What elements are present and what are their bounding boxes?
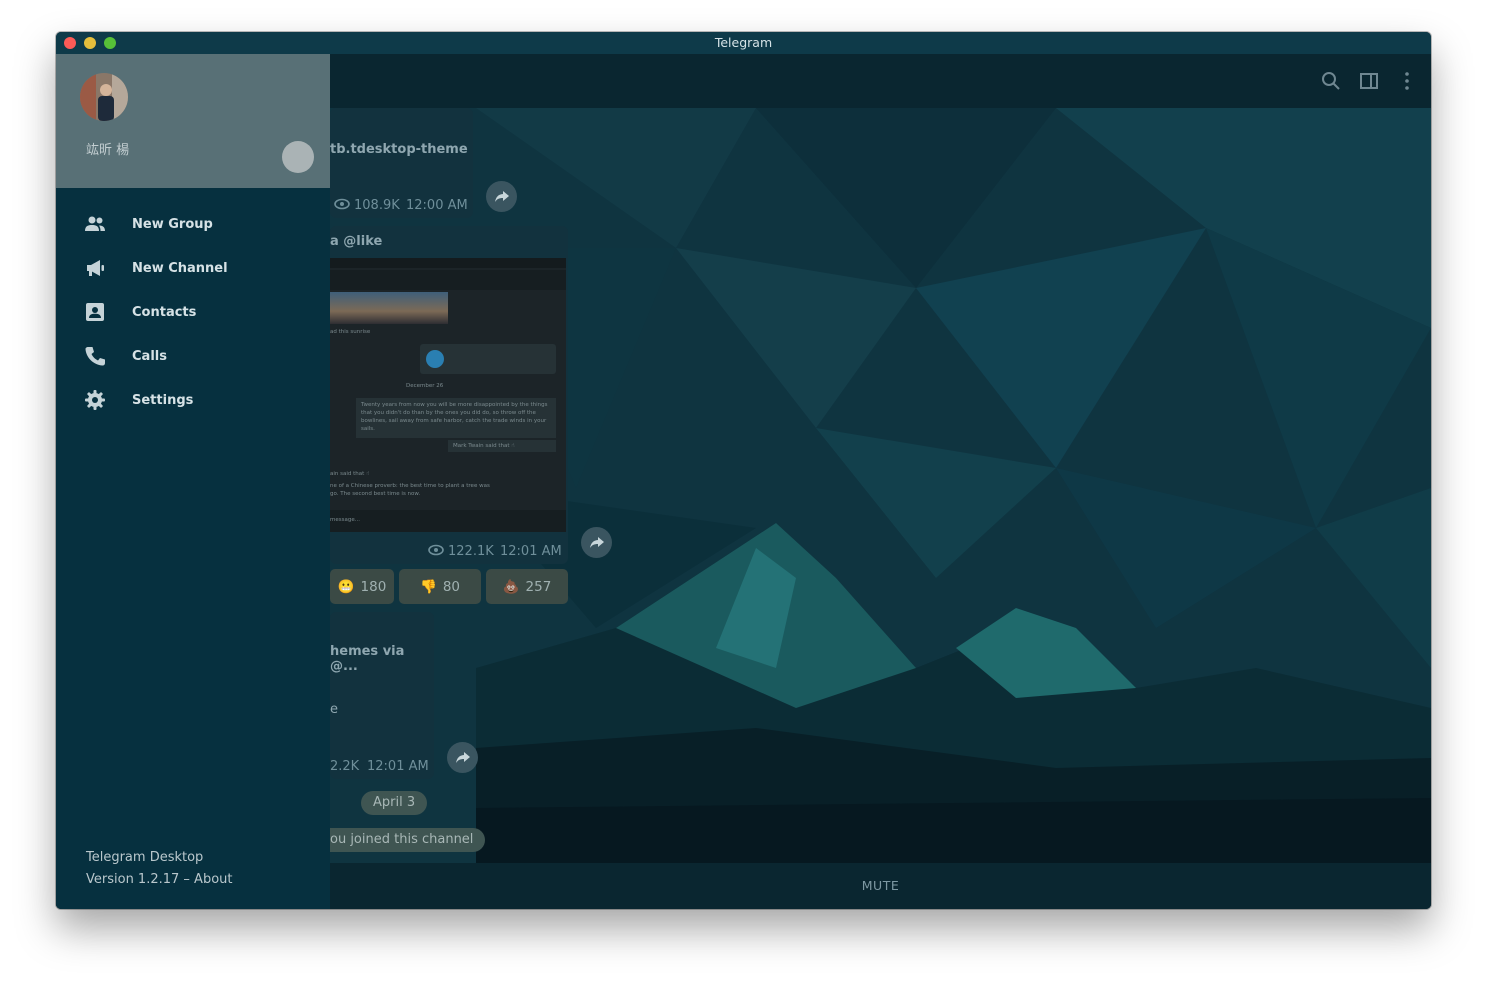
profile-photo bbox=[80, 73, 128, 121]
gear-icon bbox=[85, 390, 105, 410]
window-title: Telegram bbox=[714, 35, 773, 50]
menu-label: Settings bbox=[132, 392, 194, 408]
grimace-emoji-icon: 😬 bbox=[337, 578, 355, 595]
reaction-button[interactable]: 👎 80 bbox=[399, 569, 481, 604]
reaction-count: 180 bbox=[360, 578, 387, 595]
quote-text: Twenty years from now you will be more d… bbox=[356, 398, 556, 438]
menu-item-new-channel[interactable]: New Channel bbox=[56, 246, 330, 290]
service-message: ou joined this channel bbox=[318, 828, 486, 852]
menu-item-settings[interactable]: Settings bbox=[56, 378, 330, 422]
more-options-icon[interactable] bbox=[1396, 70, 1418, 92]
maximize-window-button[interactable] bbox=[104, 37, 116, 49]
message-time: 12:00 AM bbox=[406, 198, 468, 213]
forward-arrow-icon bbox=[494, 190, 509, 202]
voice-message bbox=[420, 344, 556, 374]
views-count: 108.9K bbox=[354, 198, 400, 213]
forward-text-1: ain said that ☝ bbox=[330, 471, 370, 477]
views-count: 122.1K bbox=[448, 544, 494, 559]
forward-button[interactable] bbox=[486, 181, 517, 212]
close-window-button[interactable] bbox=[64, 37, 76, 49]
search-icon[interactable] bbox=[1320, 70, 1342, 92]
sidebar-toggle-icon[interactable] bbox=[1358, 70, 1380, 92]
forward-arrow-icon bbox=[455, 751, 470, 763]
message-subtext: e bbox=[330, 702, 338, 717]
menu-item-calls[interactable]: Calls bbox=[56, 334, 330, 378]
message-bubble[interactable]: tb.tdesktop-theme 108.9K 12:00 AM bbox=[330, 108, 473, 218]
views-eye-icon bbox=[428, 544, 444, 556]
reaction-button[interactable]: 😬 180 bbox=[330, 569, 394, 604]
message-time: 12:01 AM bbox=[367, 759, 429, 774]
poop-emoji-icon: 💩 bbox=[502, 578, 520, 595]
reaction-button[interactable]: 💩 257 bbox=[486, 569, 568, 604]
menu-label: New Group bbox=[132, 216, 213, 232]
forward-button[interactable] bbox=[447, 742, 478, 773]
message-time: 12:01 AM bbox=[500, 544, 562, 559]
views-eye-icon bbox=[334, 198, 350, 210]
date-separator: April 3 bbox=[361, 791, 428, 815]
menu-item-contacts[interactable]: Contacts bbox=[56, 290, 330, 334]
minimize-window-button[interactable] bbox=[84, 37, 96, 49]
reaction-count: 257 bbox=[525, 578, 552, 595]
message-text: a @like bbox=[330, 234, 383, 249]
views-count: 2.2K bbox=[330, 759, 360, 774]
menu-item-new-group[interactable]: New Group bbox=[56, 202, 330, 246]
forward-arrow-icon bbox=[589, 536, 604, 548]
embedded-screenshot-image[interactable]: ad this sunrise December 26 Twenty years… bbox=[330, 258, 566, 532]
message-text: tb.tdesktop-theme bbox=[330, 142, 468, 157]
app-name: Telegram Desktop bbox=[86, 850, 204, 865]
username: 竑昕 楊 bbox=[86, 143, 130, 158]
forward-text-3: go. The second best time is now. bbox=[330, 491, 421, 497]
menu-label: Contacts bbox=[132, 304, 197, 320]
side-drawer: 竑昕 楊 New Group New Channel Contacts Call… bbox=[56, 54, 330, 909]
date-label: December 26 bbox=[406, 383, 444, 389]
night-mode-toggle[interactable] bbox=[282, 141, 314, 173]
version-about-link[interactable]: Version 1.2.17 – About bbox=[86, 872, 233, 887]
input-placeholder: message... bbox=[330, 517, 360, 523]
menu-label: New Channel bbox=[132, 260, 228, 276]
group-icon bbox=[85, 216, 105, 231]
forward-text-2: ne of a Chinese proverb: the best time t… bbox=[330, 483, 490, 489]
avatar[interactable] bbox=[80, 73, 128, 121]
megaphone-icon bbox=[87, 260, 104, 276]
caption-text: ad this sunrise bbox=[330, 329, 371, 335]
thumbs-down-emoji-icon: 👎 bbox=[420, 578, 437, 595]
sunset-photo bbox=[330, 292, 448, 324]
phone-icon bbox=[85, 347, 105, 366]
message-bubble[interactable]: hemes via @... e 2.2K 12:01 AM bbox=[330, 612, 434, 779]
reply-text: Mark Twain said that ☝ bbox=[448, 440, 556, 452]
reaction-count: 80 bbox=[442, 578, 460, 595]
menu-label: Calls bbox=[132, 348, 167, 364]
drawer-header: 竑昕 楊 bbox=[56, 54, 330, 188]
title-bar: Telegram bbox=[56, 32, 1431, 54]
message-text: hemes via @... bbox=[330, 644, 405, 674]
telegram-window: Telegram tb.tdesktop-theme 108.9K 12:00 … bbox=[56, 32, 1431, 909]
contact-card-icon bbox=[86, 303, 104, 321]
forward-button[interactable] bbox=[581, 527, 612, 558]
